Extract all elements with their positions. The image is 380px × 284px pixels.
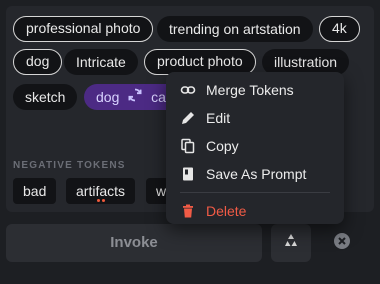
token-chip[interactable]: dog [13, 49, 63, 75]
close-circle-icon [333, 232, 351, 255]
menu-item-label: Edit [206, 110, 231, 126]
context-menu: Merge Tokens Edit Copy Save As Prompt De… [166, 72, 344, 224]
menu-item-label: Delete [206, 203, 247, 219]
link-icon [180, 82, 196, 98]
book-icon [180, 166, 196, 182]
recycle-button[interactable] [271, 224, 311, 262]
negative-tokens-label: NEGATIVE TOKENS [13, 160, 126, 171]
copy-icon [180, 138, 196, 154]
menu-item-label: Copy [206, 138, 239, 154]
token-label: ca [151, 89, 166, 105]
menu-divider [180, 192, 330, 193]
token-chip[interactable]: Intricate [64, 49, 138, 75]
menu-item-label: Save As Prompt [206, 166, 307, 182]
clear-button[interactable] [322, 224, 362, 262]
token-chip[interactable]: trending on artstation [157, 16, 313, 42]
menu-item-delete[interactable]: Delete [166, 197, 344, 225]
invoke-button[interactable]: Invoke [6, 224, 262, 262]
token-label: dog [96, 89, 120, 105]
cycle-icon[interactable] [127, 85, 143, 111]
menu-item-edit[interactable]: Edit [166, 104, 344, 132]
trash-icon [180, 203, 196, 219]
token-chip[interactable]: professional photo [13, 16, 154, 42]
negative-token-chip[interactable]: bad [13, 178, 57, 204]
pencil-icon [180, 110, 196, 126]
token-chip[interactable]: 4k [319, 16, 360, 42]
menu-item-merge-tokens[interactable]: Merge Tokens [166, 76, 344, 104]
negative-token-chip[interactable]: artifacts [66, 178, 136, 204]
drag-handle-dots [66, 195, 135, 202]
menu-item-copy[interactable]: Copy [166, 132, 344, 160]
token-chip[interactable]: sketch [13, 84, 78, 110]
menu-item-save-as-prompt[interactable]: Save As Prompt [166, 160, 344, 188]
recycle-icon [282, 232, 300, 255]
menu-item-label: Merge Tokens [206, 82, 294, 98]
